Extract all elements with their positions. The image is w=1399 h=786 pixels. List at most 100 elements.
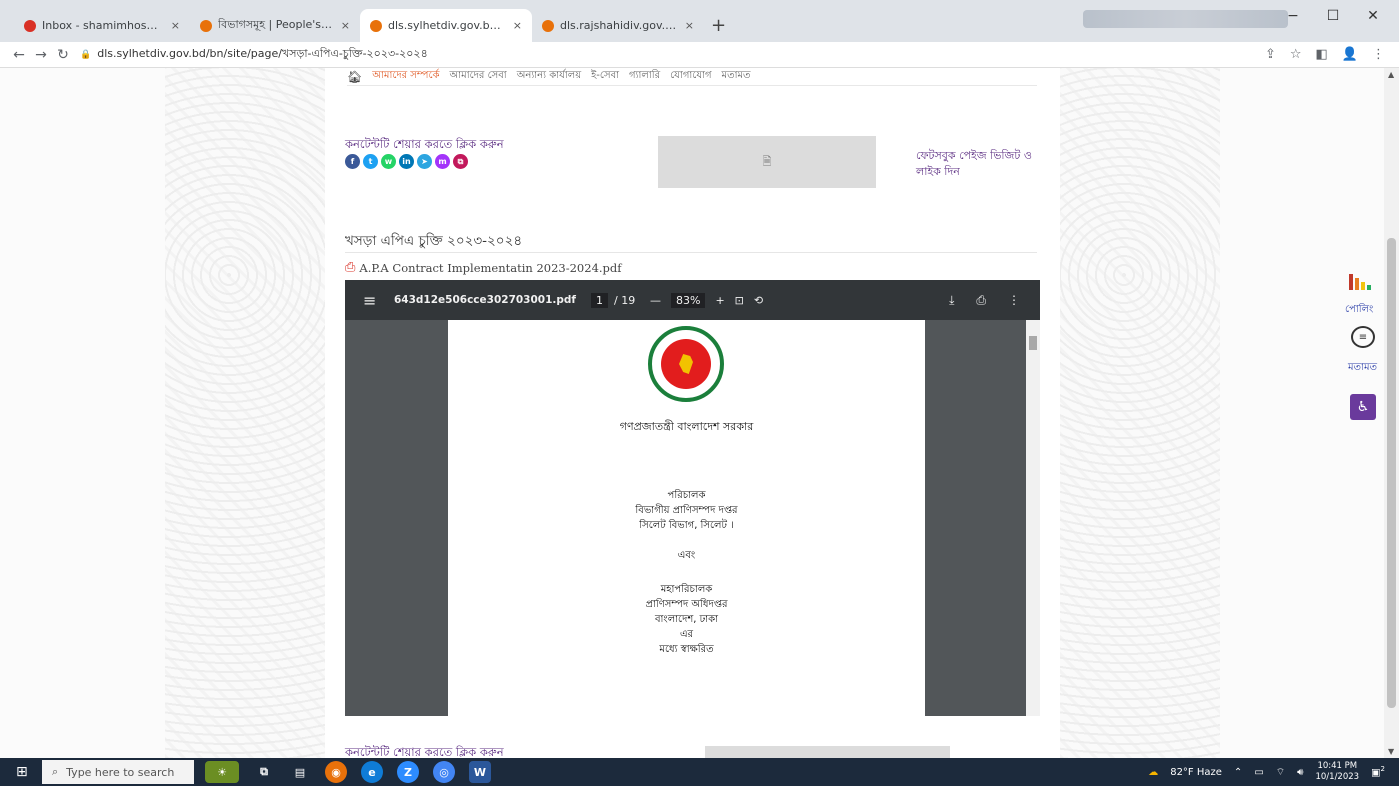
nav-item-contact[interactable]: যোগাযোগ [670,68,711,85]
accessibility-icon[interactable]: ♿︎ [1350,394,1376,420]
taskbar-search-input[interactable]: ⌕ Type here to search [42,760,194,784]
news-widget-icon[interactable]: ☀ [205,761,239,783]
download-icon[interactable]: ⤓ [949,293,954,308]
pdf-scrollbar[interactable] [1026,320,1040,716]
home-icon[interactable]: 🏠︎ [347,70,362,84]
share-label-bottom: কনটেন্টটি শেয়ার করতে ক্লিক করুন [345,745,504,758]
page-number-input[interactable]: 1 [591,292,608,308]
more-options-icon[interactable]: ⋮ [1008,293,1020,308]
copy-link-icon[interactable]: ⧉ [453,154,468,169]
scroll-up-icon[interactable]: ▲ [1388,70,1394,79]
title-divider [345,252,1037,253]
edge-icon[interactable]: e [361,761,383,783]
battery-icon[interactable]: ▭ [1254,767,1263,778]
maximize-icon[interactable]: ☐ [1313,8,1353,24]
clock-date: 10/1/2023 [1315,772,1360,782]
feedback-chat-icon[interactable]: ≡ [1351,326,1375,348]
tab-sylhet-active[interactable]: dls.sylhetdiv.gov.bd/bn/site/pa × [360,9,532,42]
weather-text[interactable]: 82°F Haze [1170,767,1222,778]
pdf-filename: 643d12e506cce302703001.pdf [394,294,576,306]
page-scrollbar[interactable]: ▲ ▼ [1384,68,1399,758]
url-text: dls.sylhetdiv.gov.bd/bn/site/page/খসড়া-… [97,47,428,60]
profile-avatar-icon[interactable]: 👤 [1342,47,1358,62]
tab-rajshahi[interactable]: dls.rajshahidiv.gov.bd/bn/site/ × [532,9,704,42]
back-icon[interactable]: ← [8,47,30,63]
nav-item-gallery[interactable]: গ্যালারি [629,68,660,85]
rotate-icon[interactable]: ⟲ [754,294,763,307]
right-decorative-pattern [1060,68,1220,758]
taskbar-clock[interactable]: 10:41 PM 10/1/2023 [1315,761,1359,783]
messenger-icon[interactable]: m [435,154,450,169]
minimize-icon[interactable]: − [1273,8,1313,24]
page-indicator: 1 / 19 [591,292,635,308]
pdf-viewer: ≡ 643d12e506cce302703001.pdf 1 / 19 — 83… [345,280,1040,716]
close-icon[interactable]: × [341,19,350,32]
nav-item-eservice[interactable]: ই-সেবা [591,68,619,85]
telegram-icon[interactable]: ➤ [417,154,432,169]
notification-icon[interactable]: ▣2 [1371,765,1385,778]
reload-icon[interactable]: ↻ [52,47,74,63]
network-icon[interactable]: ⌔ [1276,766,1285,779]
zoom-level-input[interactable]: 83% [671,292,706,308]
pdf-attachment-link[interactable]: ⎙ A.P.A Contract Implementatin 2023-2024… [345,260,622,275]
forward-icon[interactable]: → [30,47,52,63]
address-bar: ← → ↻ 🔒 dls.sylhetdiv.gov.bd/bn/site/pag… [0,42,1399,68]
nav-item-feedback[interactable]: মতামত [722,68,751,85]
volume-icon[interactable]: 🔊︎ [1297,767,1303,778]
tab-gmail[interactable]: Inbox - shamimhossainims@gm × [14,9,190,42]
sidepanel-icon[interactable]: ◧ [1316,47,1328,62]
poll-chart-icon[interactable] [1349,274,1371,290]
tab-divisions[interactable]: বিভাগসমূহ | People's Republic o × [190,9,360,42]
firefox-icon[interactable]: ◉ [325,761,347,783]
zoom-out-icon[interactable]: — [650,294,661,307]
browser-tab-bar: Inbox - shamimhossainims@gm × বিভাগসমূহ … [0,0,1399,42]
nav-item-other-offices[interactable]: অন্যান্য কার্যালয় [517,68,581,85]
facebook-embed-placeholder: 🗎 [658,136,876,188]
tray-chevron-icon[interactable]: ⌃ [1234,767,1242,778]
whatsapp-icon[interactable]: w [381,154,396,169]
close-icon[interactable]: × [685,19,694,32]
file-explorer-icon[interactable]: ▤ [289,761,311,783]
close-icon[interactable]: × [171,19,180,32]
twitter-icon[interactable]: t [363,154,378,169]
doc-line: সিলেট বিভাগ, সিলেট । [639,520,734,531]
nav-item-services[interactable]: আমাদের সেবা [450,68,507,85]
zoom-in-icon[interactable]: + [715,294,724,307]
feedback-label[interactable]: মতামত [1348,360,1377,377]
tab-title: dls.sylhetdiv.gov.bd/bn/site/pa [388,19,505,32]
zoom-app-icon[interactable]: Z [397,761,419,783]
notification-count: 2 [1380,765,1385,774]
main-content: 🏠︎ আমাদের সম্পর্কে আমাদের সেবা অন্যান্য … [325,68,1060,758]
blurred-extension-area [1083,10,1288,28]
windows-start-icon[interactable]: ⊞ [16,764,28,780]
facebook-icon[interactable]: f [345,154,360,169]
hamburger-menu-icon[interactable]: ≡ [363,291,376,310]
window-controls: − ☐ ✕ [1273,8,1393,24]
chrome-icon[interactable]: ◎ [433,761,455,783]
poll-label[interactable]: পোলিং [1345,302,1373,319]
new-tab-button[interactable]: + [711,15,726,36]
lock-icon: 🔒 [80,49,92,60]
close-icon[interactable]: × [513,19,522,32]
url-field[interactable]: 🔒 dls.sylhetdiv.gov.bd/bn/site/page/খসড়… [80,45,428,64]
broken-image-icon: 🗎 [762,154,772,168]
bookmark-star-icon[interactable]: ☆ [1290,47,1302,62]
scroll-down-icon[interactable]: ▼ [1388,747,1394,756]
close-window-icon[interactable]: ✕ [1353,8,1393,24]
word-icon[interactable]: W [469,761,491,783]
menu-kebab-icon[interactable]: ⋮ [1372,47,1385,62]
fit-page-icon[interactable]: ⊡ [735,294,744,307]
site-favicon-icon [370,19,382,32]
pdf-page: গণপ্রজাতন্ত্রী বাংলাদেশ সরকার পরিচালক বি… [448,320,925,716]
tab-title: Inbox - shamimhossainims@gm [42,19,163,32]
pdf-toolbar: ≡ 643d12e506cce302703001.pdf 1 / 19 — 83… [345,280,1040,320]
facebook-page-link[interactable]: ফেটসবুক পেইজ ভিজিট ও লাইক দিন [916,148,1041,180]
address-bar-actions: ⇪ ☆ ◧ 👤 ⋮ [1265,47,1385,62]
nav-item-about[interactable]: আমাদের সম্পর্কে [372,68,439,85]
tab-title: dls.rajshahidiv.gov.bd/bn/site/ [560,19,677,32]
pdf-link-text: A.P.A Contract Implementatin 2023-2024.p… [359,260,622,275]
linkedin-icon[interactable]: in [399,154,414,169]
share-icon[interactable]: ⇪ [1265,47,1276,62]
print-icon[interactable]: ⎙ [976,293,986,308]
task-view-icon[interactable]: ⧉ [253,761,275,783]
